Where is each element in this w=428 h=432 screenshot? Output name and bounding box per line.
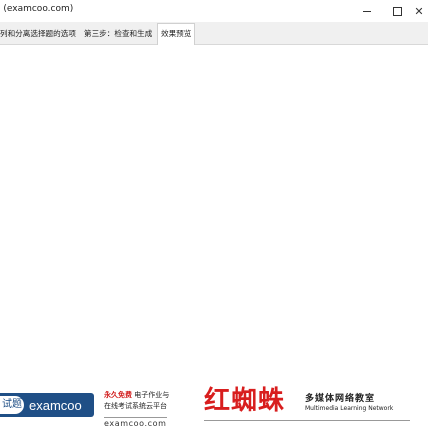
promo-free: 永久免费 <box>104 391 132 399</box>
examcoo-logo[interactable]: 试题 examcoo <box>0 393 94 417</box>
footer-banner: 试题 examcoo 永久免费 电子作业与 在线考试系统云平台 examcoo.… <box>0 383 428 432</box>
promo-line2: 在线考试系统云平台 <box>104 402 167 410</box>
tab-options[interactable]: 列和分离选择题的选项 <box>0 25 78 43</box>
promo-text: 永久免费 电子作业与 在线考试系统云平台 <box>104 390 194 412</box>
minimize-icon <box>363 10 371 12</box>
examcoo-logo-icon: 试题 <box>0 396 24 414</box>
maximize-button[interactable] <box>382 0 412 22</box>
tab-preview[interactable]: 效果预览 <box>157 23 196 45</box>
site-url[interactable]: examcoo.com <box>104 417 167 428</box>
divider <box>204 420 410 421</box>
tab-bar: 列和分离选择题的选项 第三步：检查和生成 效果预览 <box>0 22 428 45</box>
window-title: i (examcoo.com) <box>0 4 74 14</box>
examcoo-logo-text: examcoo <box>29 397 82 413</box>
tab-label: 第三步：检查和生成 <box>84 29 153 38</box>
close-button[interactable]: ✕ <box>410 0 428 22</box>
title-bar: i (examcoo.com) ✕ <box>0 0 428 23</box>
tab-check-and-generate[interactable]: 第三步：检查和生成 <box>82 25 154 43</box>
promo-line1: 电子作业与 <box>134 391 170 399</box>
hongzhizhu-logo: 红蜘蛛 <box>204 386 286 416</box>
hongzhizhu-caption-cn: 多媒体网络教室 <box>305 394 376 404</box>
close-icon: ✕ <box>414 4 424 18</box>
tab-label: 列和分离选择题的选项 <box>0 29 76 38</box>
hongzhizhu-caption-en: Multimedia Learning Network <box>305 405 394 412</box>
minimize-button[interactable] <box>352 0 382 22</box>
maximize-icon <box>392 6 402 16</box>
preview-content-area <box>0 45 428 383</box>
tab-label: 效果预览 <box>161 29 192 38</box>
